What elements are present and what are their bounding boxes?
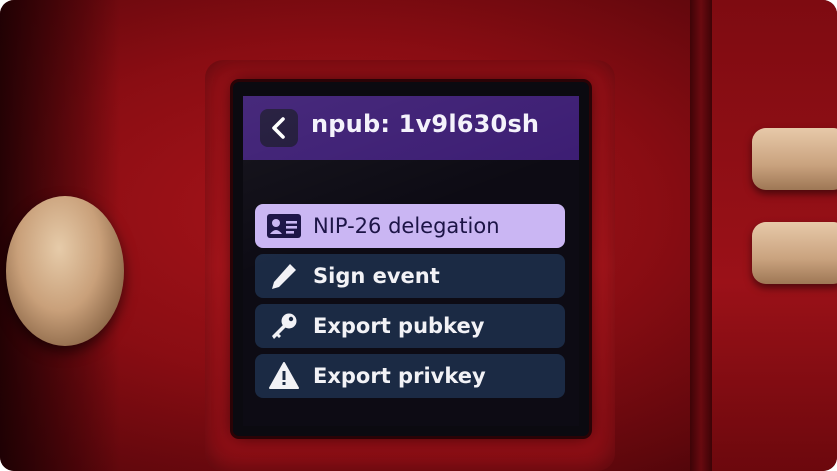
- screen-header: npub: 1v9l630sh: [243, 96, 579, 160]
- case-seam: [690, 0, 712, 471]
- menu-item-export-privkey[interactable]: Export privkey: [255, 354, 565, 398]
- hardware-button-top[interactable]: [752, 128, 837, 190]
- menu-item-sign-event[interactable]: Sign event: [255, 254, 565, 298]
- hardware-knob[interactable]: [6, 196, 124, 346]
- device-screen: npub: 1v9l630sh NIP-26 delegation Sign e…: [243, 96, 579, 426]
- menu-item-label: NIP-26 delegation: [313, 214, 500, 238]
- device-photo: npub: 1v9l630sh NIP-26 delegation Sign e…: [0, 0, 837, 471]
- menu-item-nip26-delegation[interactable]: NIP-26 delegation: [255, 204, 565, 248]
- pencil-icon: [265, 261, 303, 291]
- device-side: [712, 0, 837, 471]
- warning-icon: [265, 361, 303, 391]
- menu-item-export-pubkey[interactable]: Export pubkey: [255, 304, 565, 348]
- menu-item-label: Export pubkey: [313, 314, 485, 338]
- menu-list: NIP-26 delegation Sign event Export pubk…: [255, 204, 565, 404]
- id-card-icon: [265, 211, 303, 241]
- key-icon: [265, 311, 303, 341]
- menu-item-label: Sign event: [313, 264, 440, 288]
- page-title: npub: 1v9l630sh: [311, 110, 540, 138]
- menu-item-label: Export privkey: [313, 364, 486, 388]
- chevron-left-icon: [272, 117, 285, 139]
- back-button[interactable]: [260, 109, 298, 147]
- hardware-button-bottom[interactable]: [752, 222, 837, 284]
